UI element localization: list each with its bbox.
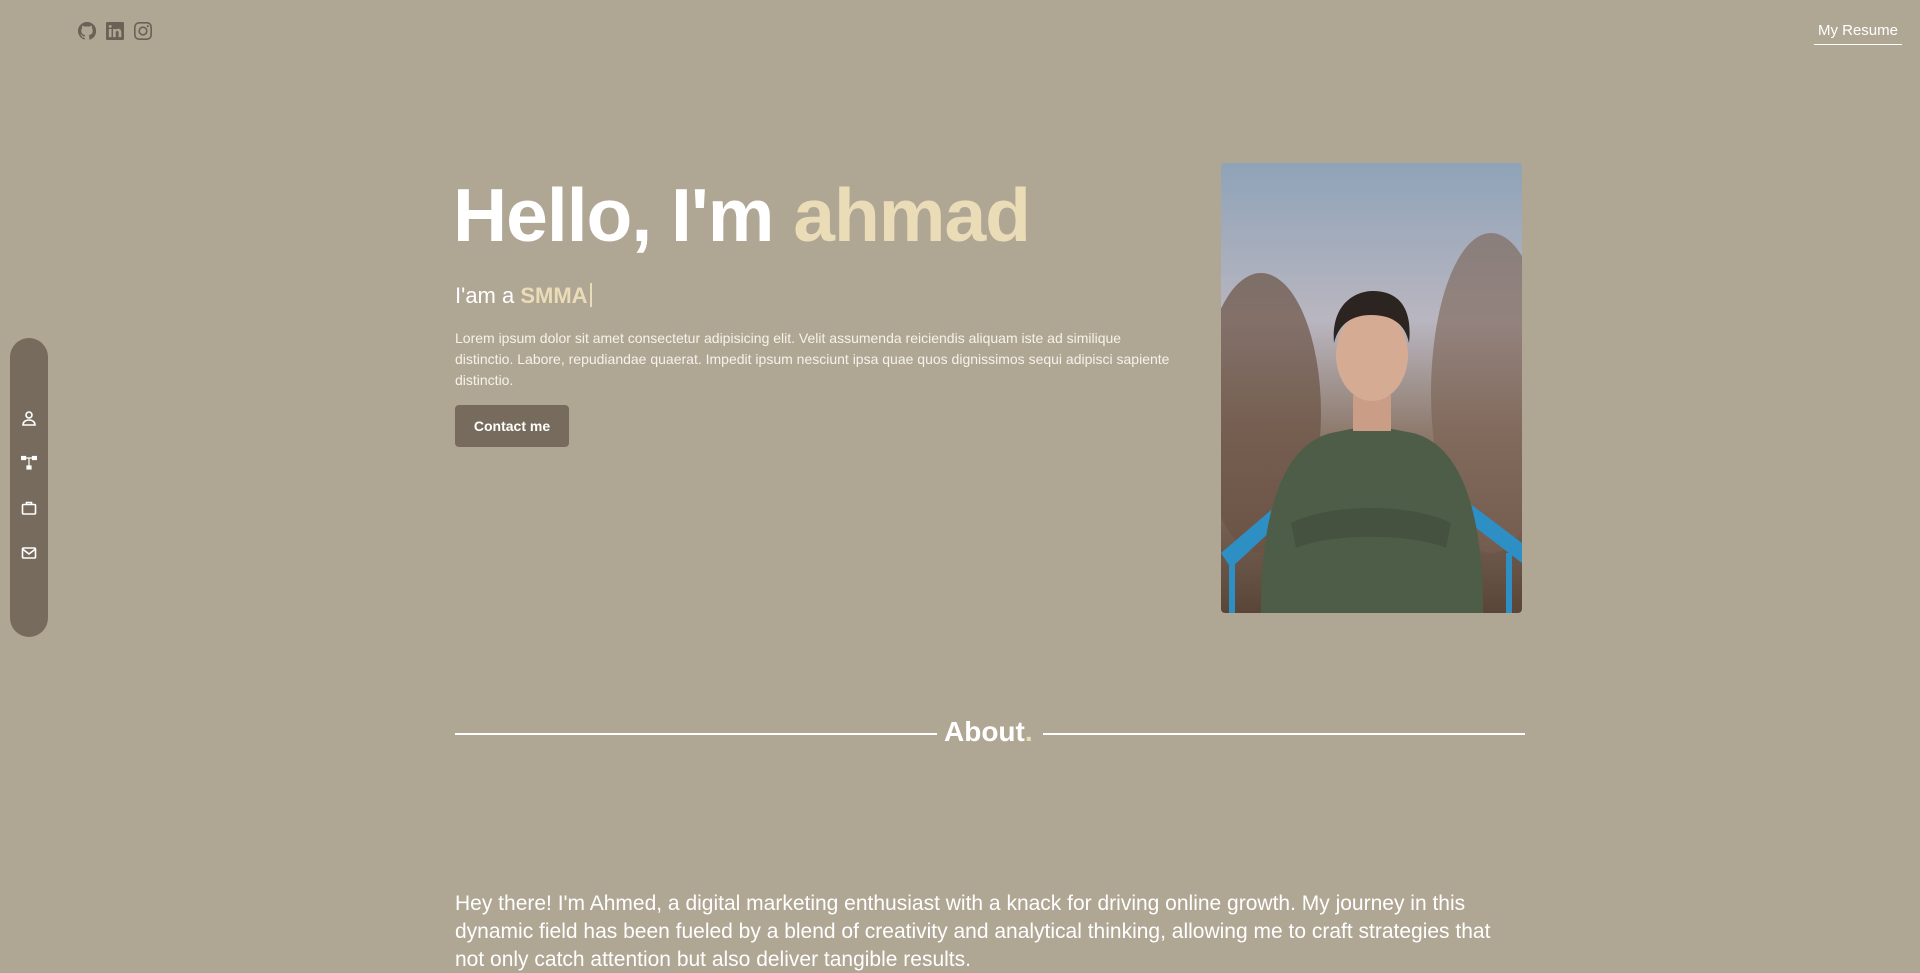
side-nav — [10, 338, 48, 637]
about-divider-right — [1043, 733, 1525, 735]
role-line: I'am a SMMA — [455, 283, 592, 309]
about-heading-dot: . — [1024, 716, 1033, 747]
hero-intro: Lorem ipsum dolor sit amet consectetur a… — [455, 330, 1170, 388]
contact-me-button[interactable]: Contact me — [455, 405, 569, 447]
hero-greeting: Hello, I'm — [453, 173, 794, 257]
nav-skills-button[interactable] — [19, 454, 39, 471]
briefcase-icon — [21, 501, 37, 515]
github-icon[interactable] — [77, 21, 97, 40]
hero-name: ahmad — [793, 173, 1031, 257]
profile-photo — [1221, 163, 1522, 613]
nav-work-button[interactable] — [19, 499, 39, 516]
about-heading-text: About — [944, 716, 1025, 747]
person-icon — [22, 410, 36, 426]
nav-about-button[interactable] — [19, 409, 39, 426]
instagram-icon[interactable] — [134, 22, 152, 40]
mail-icon — [21, 546, 37, 559]
my-resume-link[interactable]: My Resume — [1813, 22, 1902, 45]
typing-cursor — [589, 283, 592, 307]
about-heading: About. — [944, 716, 1033, 748]
social-links — [77, 21, 152, 40]
about-divider-left — [455, 733, 937, 735]
hierarchy-icon — [21, 455, 37, 470]
linkedin-icon[interactable] — [106, 22, 124, 40]
role-prefix: I'am a — [455, 283, 521, 308]
nav-contact-button[interactable] — [19, 544, 39, 561]
hero-title: Hello, I'm ahmad — [453, 170, 1031, 260]
role-name: SMMA — [520, 283, 588, 308]
about-text: Hey there! I'm Ahmed, a digital marketin… — [455, 892, 1491, 971]
